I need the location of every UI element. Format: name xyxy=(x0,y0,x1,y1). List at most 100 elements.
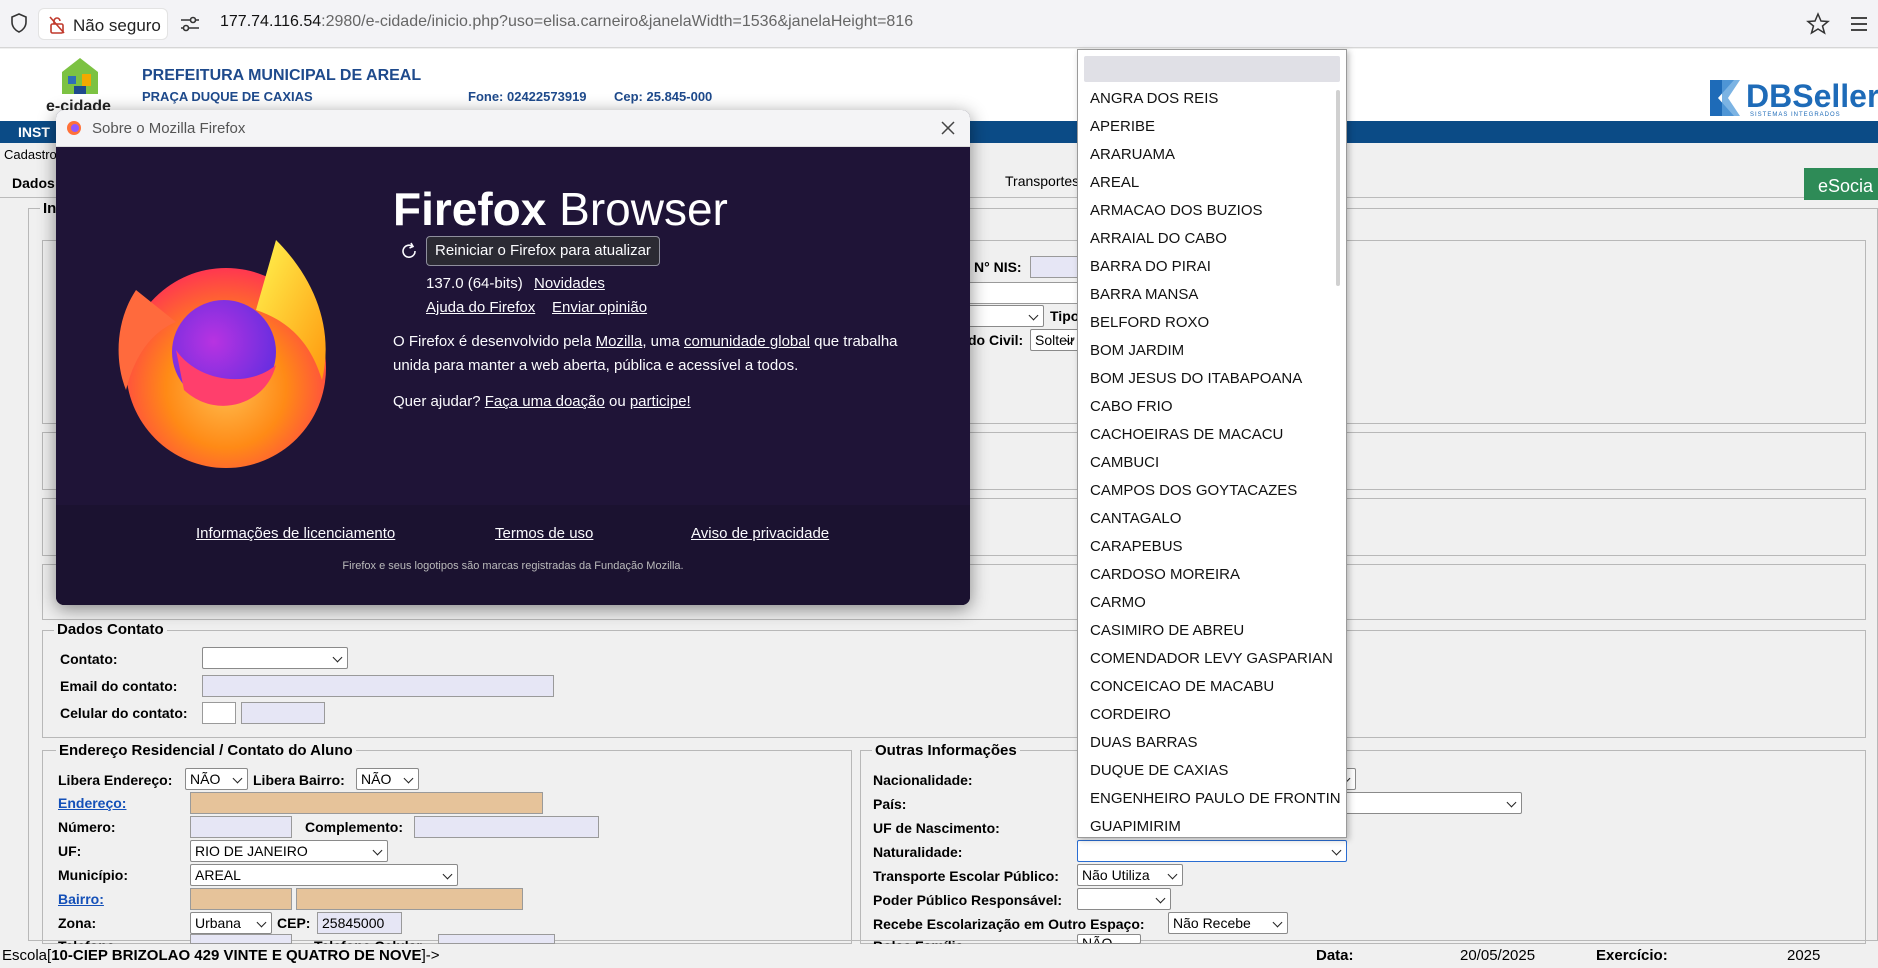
celular-numero-input[interactable] xyxy=(241,702,325,724)
dropdown-option[interactable]: ARRAIAL DO CABO xyxy=(1090,230,1227,247)
dropdown-option[interactable]: CASIMIRO DE ABREU xyxy=(1090,622,1244,639)
escola-status: Escola[10-CIEP BRIZOLAO 429 VINTE E QUAT… xyxy=(2,947,440,964)
participate-link[interactable]: participe! xyxy=(630,393,691,410)
bairro-code-input[interactable] xyxy=(190,888,292,910)
zona-select[interactable]: Urbana xyxy=(190,912,272,934)
dropdown-option[interactable]: ENGENHEIRO PAULO DE FRONTIN xyxy=(1090,790,1341,807)
hamburger-menu-icon[interactable] xyxy=(1848,12,1870,36)
dialog-title: Sobre o Mozilla Firefox xyxy=(92,120,246,137)
menu-strip-label: INST xyxy=(18,124,50,140)
breadcrumb-cadastro[interactable]: Cadastro xyxy=(4,147,57,162)
bairro-link[interactable]: Bairro: xyxy=(58,891,104,907)
dropdown-option[interactable]: GUAPIMIRIM xyxy=(1090,818,1181,835)
naturalidade-select[interactable] xyxy=(1077,840,1347,862)
security-indicator[interactable]: Não seguro xyxy=(38,8,168,40)
dropdown-option[interactable]: CORDEIRO xyxy=(1090,706,1171,723)
telefone-input[interactable] xyxy=(190,934,292,944)
poder-publico-select[interactable] xyxy=(1077,888,1171,910)
telefone-celular-input[interactable] xyxy=(438,934,555,944)
partial-field-input[interactable] xyxy=(966,282,1080,304)
dropdown-option[interactable]: BOM JESUS DO ITABAPOANA xyxy=(1090,370,1302,387)
naturalidade-dropdown-list[interactable]: ANGRA DOS REIS APERIBE ARARUAMA AREAL ARMACA… xyxy=(1077,49,1347,838)
dropdown-option[interactable]: CONCEICAO DE MACABU xyxy=(1090,678,1274,695)
dropdown-option[interactable]: CAMBUCI xyxy=(1090,454,1159,471)
bolsa-familia-value: NÃO xyxy=(1082,935,1113,944)
celular-ddd-input[interactable] xyxy=(202,702,236,724)
mozilla-link[interactable]: Mozilla xyxy=(596,333,643,350)
dropdown-option[interactable]: BARRA MANSA xyxy=(1090,286,1198,303)
dropdown-blank-option[interactable] xyxy=(1084,56,1340,82)
url-field[interactable]: 177.74.116.54:2980/e-cidade/inicio.php?u… xyxy=(220,13,913,31)
escola-prefix: Escola[ xyxy=(2,947,52,964)
dropdown-option[interactable]: APERIBE xyxy=(1090,118,1155,135)
help-link[interactable]: Ajuda do Firefox xyxy=(426,299,535,316)
restart-update-button[interactable]: Reiniciar o Firefox para atualizar xyxy=(426,236,660,266)
dbseller-logo-sub: SISTEMAS INTEGRADOS xyxy=(1750,112,1841,118)
complemento-input[interactable] xyxy=(414,816,599,838)
libera-endereco-value: NÃO xyxy=(190,771,221,787)
transporte-escolar-select[interactable]: Não Utiliza xyxy=(1077,864,1183,886)
bolsa-familia-select[interactable]: NÃO xyxy=(1077,934,1141,944)
endereco-input[interactable] xyxy=(190,792,543,814)
cep-input[interactable]: 25845000 xyxy=(317,912,402,934)
dropdown-option[interactable]: CARMO xyxy=(1090,594,1146,611)
feedback-link[interactable]: Enviar opinião xyxy=(552,299,647,316)
dropdown-option[interactable]: DUAS BARRAS xyxy=(1090,734,1198,751)
libera-bairro-select[interactable]: NÃO xyxy=(356,768,419,790)
dropdown-option[interactable]: AREAL xyxy=(1090,174,1139,191)
esocial-button[interactable]: eSocia xyxy=(1804,168,1878,200)
dropdown-option[interactable]: ARMACAO DOS BUZIOS xyxy=(1090,202,1263,219)
desc-text-b: , uma xyxy=(642,333,684,350)
desc-text-c: que trabalha xyxy=(809,333,898,350)
uf-select[interactable]: RIO DE JANEIRO xyxy=(190,840,388,862)
contato-select[interactable] xyxy=(202,647,348,669)
exercicio-value: 2025 xyxy=(1787,947,1821,964)
tipo-label: Tipo xyxy=(1050,308,1080,324)
privacy-link[interactable]: Aviso de privacidade xyxy=(691,525,829,542)
dropdown-option[interactable]: CARDOSO MOREIRA xyxy=(1090,566,1240,583)
ecidade-logo: e-cidade xyxy=(46,56,112,115)
zona-value: Urbana xyxy=(195,915,241,931)
endereco-link[interactable]: Endereço: xyxy=(58,795,126,811)
licensing-link[interactable]: Informações de licenciamento xyxy=(196,525,395,542)
email-contato-input[interactable] xyxy=(202,675,554,697)
bookmark-star-icon[interactable] xyxy=(1806,12,1830,36)
escolarizacao-select[interactable]: Não Recebe xyxy=(1168,912,1288,934)
dropdown-option[interactable]: COMENDADOR LEVY GASPARIAN xyxy=(1090,650,1333,667)
dropdown-scrollbar[interactable] xyxy=(1336,90,1340,286)
libera-endereco-label: Libera Endereço: xyxy=(58,772,173,788)
dropdown-option[interactable]: CABO FRIO xyxy=(1090,398,1173,415)
nis-input[interactable] xyxy=(1030,256,1080,278)
municipality-address: PRAÇA DUQUE DE CAXIAS xyxy=(142,89,313,104)
terms-link[interactable]: Termos de uso xyxy=(495,525,593,542)
libera-bairro-label: Libera Bairro: xyxy=(253,772,345,788)
dropdown-option[interactable]: BARRA DO PIRAI xyxy=(1090,258,1211,275)
naturalidade-label: Naturalidade: xyxy=(873,844,963,860)
zona-label: Zona: xyxy=(58,915,97,931)
dropdown-option[interactable]: CAMPOS DOS GOYTACAZES xyxy=(1090,482,1297,499)
tab-dados[interactable]: Dados xyxy=(12,175,55,191)
dropdown-option[interactable]: ANGRA DOS REIS xyxy=(1090,90,1218,107)
close-icon[interactable] xyxy=(938,118,958,138)
donate-link[interactable]: Faça uma doação xyxy=(485,393,605,410)
dropdown-option[interactable]: CACHOEIRAS DE MACACU xyxy=(1090,426,1283,443)
whats-new-link[interactable]: Novidades xyxy=(534,275,605,292)
dropdown-option[interactable]: BELFORD ROXO xyxy=(1090,314,1209,331)
libera-endereco-select[interactable]: NÃO xyxy=(185,768,248,790)
dropdown-option[interactable]: CARAPEBUS xyxy=(1090,538,1183,555)
municipio-select[interactable]: AREAL xyxy=(190,864,458,886)
partial-select[interactable] xyxy=(966,305,1044,327)
shield-icon[interactable] xyxy=(10,13,28,33)
numero-input[interactable] xyxy=(190,816,292,838)
nacionalidade-label: Nacionalidade: xyxy=(873,772,973,788)
firefox-small-icon xyxy=(67,121,81,135)
dropdown-option[interactable]: BOM JARDIM xyxy=(1090,342,1184,359)
dropdown-option[interactable]: ARARUAMA xyxy=(1090,146,1175,163)
dropdown-option[interactable]: DUQUE DE CAXIAS xyxy=(1090,762,1228,779)
bairro-name-input[interactable] xyxy=(296,888,523,910)
estado-civil-select[interactable]: Solteir xyxy=(1030,329,1080,351)
dropdown-option[interactable]: CANTAGALO xyxy=(1090,510,1181,527)
community-link[interactable]: comunidade global xyxy=(684,333,810,350)
tab-transportes[interactable]: Transportes xyxy=(1005,173,1079,189)
permissions-icon[interactable] xyxy=(178,12,202,36)
